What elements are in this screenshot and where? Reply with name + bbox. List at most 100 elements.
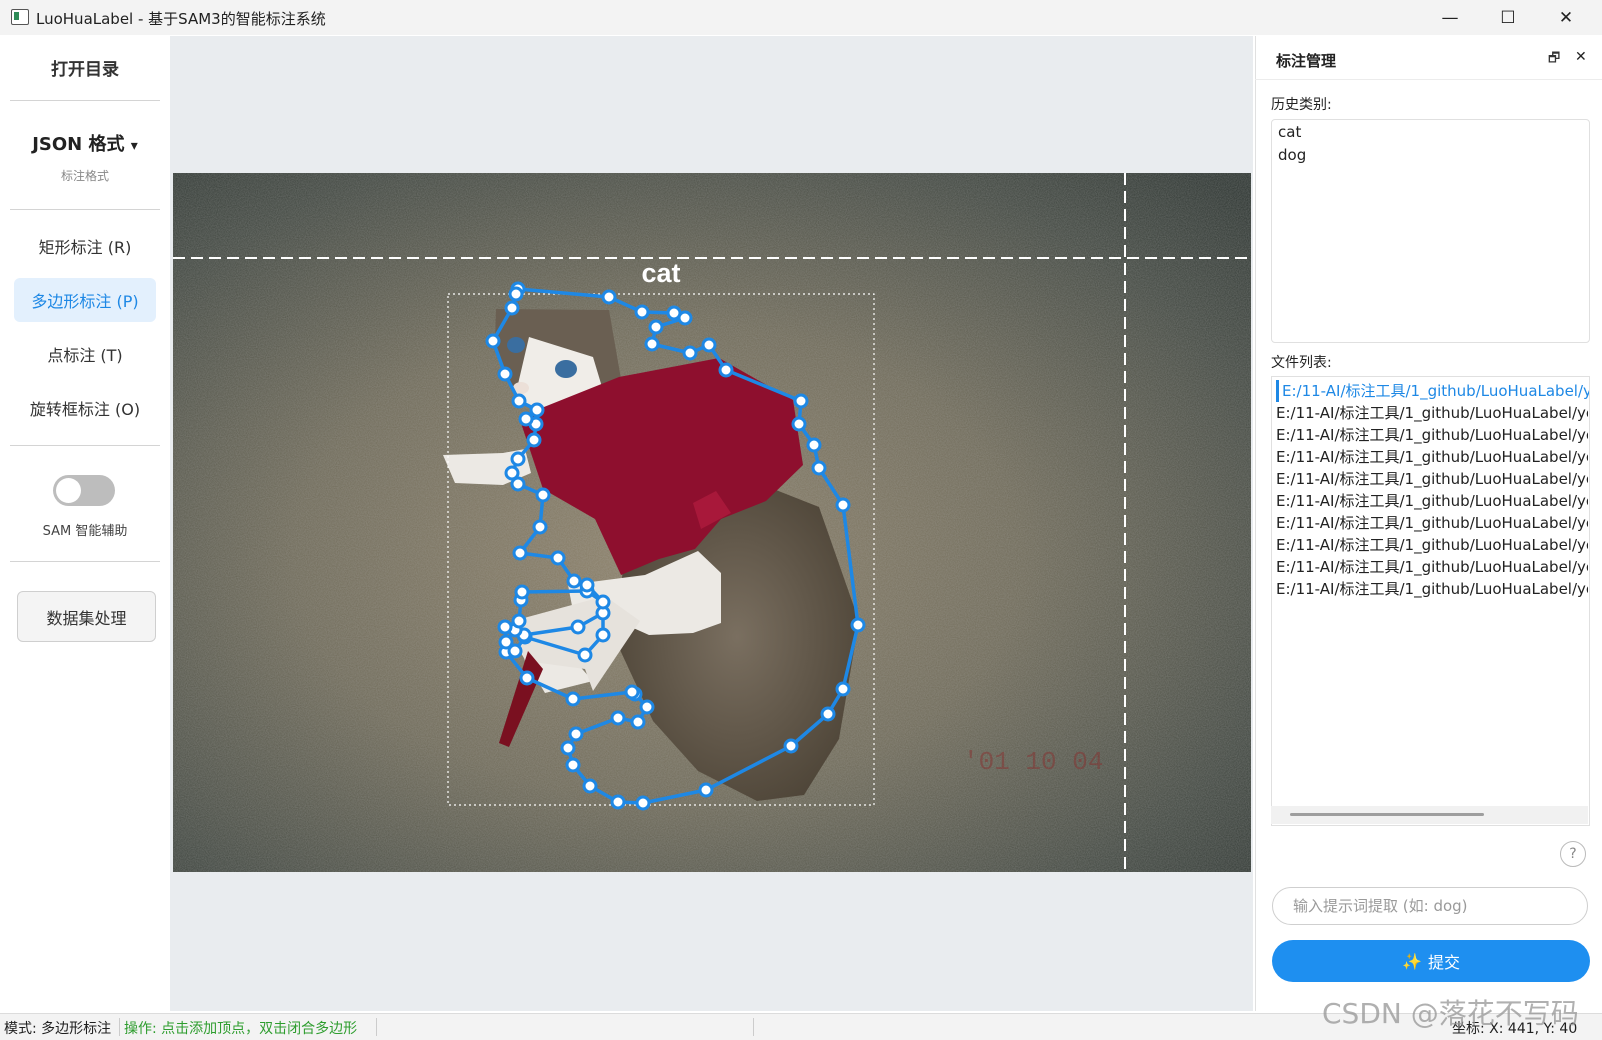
polygon-vertex-handle[interactable] bbox=[518, 411, 534, 427]
title-bar: LuoHuaLabel - 基于SAM3的智能标注系统 — ☐ ✕ bbox=[0, 0, 1602, 35]
polygon-vertex-handle[interactable] bbox=[582, 778, 598, 794]
file-list-scrollbar-thumb[interactable] bbox=[1290, 813, 1484, 816]
file-list-item[interactable]: E:/11-AI/标注工具/1_github/LuoHuaLabel/yc bbox=[1276, 578, 1588, 600]
polygon-vertex-handle[interactable] bbox=[504, 465, 520, 481]
dataset-process-button[interactable]: 数据集处理 bbox=[17, 591, 156, 642]
submit-button[interactable]: ✨ 提交 bbox=[1272, 940, 1590, 982]
prompt-input[interactable] bbox=[1272, 887, 1588, 925]
file-list-item[interactable]: E:/11-AI/标注工具/1_github/LuoHuaLabel/yc bbox=[1276, 534, 1588, 556]
tool-rectangle[interactable]: 矩形标注 (R) bbox=[14, 224, 156, 268]
polygon-vertex-handle[interactable] bbox=[783, 738, 799, 754]
polygon-vertex-handle[interactable] bbox=[718, 362, 734, 378]
sidebar-divider bbox=[10, 445, 160, 446]
polygon-vertex-handle[interactable] bbox=[511, 393, 527, 409]
status-divider bbox=[376, 1018, 377, 1036]
polygon-vertex-handle[interactable] bbox=[579, 577, 595, 593]
polygon-vertex-handle[interactable] bbox=[791, 416, 807, 432]
file-list-item[interactable]: E:/11-AI/标注工具/1_github/LuoHuaLabel/yc bbox=[1276, 424, 1588, 446]
polygon-vertex-handle[interactable] bbox=[504, 300, 520, 316]
window-title: LuoHuaLabel - 基于SAM3的智能标注系统 bbox=[36, 10, 326, 28]
tool-rotated-box[interactable]: 旋转框标注 (O) bbox=[14, 386, 156, 430]
polygon-vertex-handle[interactable] bbox=[560, 740, 576, 756]
history-item-dog[interactable]: dog bbox=[1278, 146, 1306, 164]
file-list-item[interactable]: E:/11-AI/标注工具/1_github/LuoHuaLabel/yc bbox=[1276, 468, 1588, 490]
polygon-vertex-handle[interactable] bbox=[624, 684, 640, 700]
polygon-vertex-handle[interactable] bbox=[644, 336, 660, 352]
polygon-vertex-handle[interactable] bbox=[635, 795, 651, 811]
polygon-vertex-handle[interactable] bbox=[595, 594, 611, 610]
sidebar-divider bbox=[10, 209, 160, 210]
status-operation: 操作: 点击添加顶点，双击闭合多边形 bbox=[124, 1021, 358, 1037]
file-list-item[interactable]: E:/11-AI/标注工具/1_github/LuoHuaLabel/yc bbox=[1276, 446, 1588, 468]
minimize-button[interactable]: — bbox=[1421, 0, 1479, 35]
polygon-vertex-handle[interactable] bbox=[835, 497, 851, 513]
file-list-item[interactable]: E:/11-AI/标注工具/1_github/LuoHuaLabel/yc bbox=[1276, 490, 1588, 512]
polygon-vertex-handle[interactable] bbox=[701, 337, 717, 353]
polygon-vertex-handle[interactable] bbox=[570, 619, 586, 635]
polygon-vertex-handle[interactable] bbox=[793, 393, 809, 409]
polygon-vertex-handle[interactable] bbox=[648, 319, 664, 335]
file-list-item[interactable]: E:/11-AI/标注工具/1_github/LuoHuaLabel/yc bbox=[1276, 556, 1588, 578]
polygon-vertex-handle[interactable] bbox=[595, 627, 611, 643]
polygon-vertex-handle[interactable] bbox=[577, 647, 593, 663]
polygon-vertex-handle[interactable] bbox=[634, 304, 650, 320]
polygon-vertex-handle[interactable] bbox=[698, 782, 714, 798]
polygon-vertex-handle[interactable] bbox=[514, 584, 530, 600]
open-directory-button[interactable]: 打开目录 bbox=[0, 55, 170, 80]
file-list-item[interactable]: E:/11-AI/标注工具/1_github/LuoHuaLabel/yc bbox=[1276, 512, 1588, 534]
history-item-cat[interactable]: cat bbox=[1278, 123, 1301, 141]
polygon-vertex-handle[interactable] bbox=[526, 432, 542, 448]
history-list: cat dog bbox=[1271, 119, 1590, 343]
polygon-vertex-handle[interactable] bbox=[519, 670, 535, 686]
sidebar-divider bbox=[10, 100, 160, 101]
sam-toggle[interactable] bbox=[53, 475, 115, 506]
polygon-vertex-handle[interactable] bbox=[565, 691, 581, 707]
polygon-vertex-handle[interactable] bbox=[497, 366, 513, 382]
file-list-item[interactable]: E:/11-AI/标注工具/1_github/LuoHuaLabel/yc bbox=[1276, 402, 1588, 424]
polygon-vertex-handle[interactable] bbox=[820, 706, 836, 722]
format-dropdown[interactable]: JSON 格式 ▾ bbox=[0, 130, 170, 156]
polygon-vertex-handle[interactable] bbox=[639, 699, 655, 715]
polygon-vertex-handle[interactable] bbox=[510, 451, 526, 467]
maximize-button[interactable]: ☐ bbox=[1479, 0, 1537, 35]
sam-label: SAM 智能辅助 bbox=[42, 524, 128, 539]
file-list-item[interactable]: E:/11-AI/标注工具/1_github/LuoHuaLabel/yc bbox=[1276, 380, 1589, 402]
annotation-label-cat: cat bbox=[641, 258, 680, 288]
polygon-vertex-handle[interactable] bbox=[565, 757, 581, 773]
polygon-vertex-handle[interactable] bbox=[601, 289, 617, 305]
polygon-vertex-handle[interactable] bbox=[532, 519, 548, 535]
photo-date-stamp: '01 10 04 bbox=[963, 747, 1103, 777]
polygon-vertex-handle[interactable] bbox=[630, 714, 646, 730]
polygon-vertex-handle[interactable] bbox=[610, 794, 626, 810]
polygon-vertex-handle[interactable] bbox=[610, 710, 626, 726]
polygon-vertex-handle[interactable] bbox=[485, 333, 501, 349]
close-icon: ✕ bbox=[1558, 7, 1574, 28]
polygon-vertex-handle[interactable] bbox=[682, 345, 698, 361]
polygon-vertex-handle[interactable] bbox=[508, 286, 524, 302]
status-mode: 模式: 多边形标注 bbox=[4, 1021, 112, 1037]
polygon-vertex-handle[interactable] bbox=[677, 310, 693, 326]
polygon-vertex-handle[interactable] bbox=[811, 460, 827, 476]
tool-point[interactable]: 点标注 (T) bbox=[14, 332, 156, 376]
sparkle-icon: ✨ bbox=[1402, 951, 1422, 971]
polygon-vertex-handle[interactable] bbox=[568, 726, 584, 742]
panel-close-icon[interactable]: ✕ bbox=[1575, 49, 1587, 65]
sidebar-divider bbox=[10, 561, 160, 562]
polygon-vertex-handle[interactable] bbox=[511, 613, 527, 629]
polygon-vertex-handle[interactable] bbox=[850, 617, 866, 633]
help-icon[interactable]: ? bbox=[1560, 841, 1586, 867]
polygon-vertex-handle[interactable] bbox=[535, 487, 551, 503]
polygon-vertex-handle[interactable] bbox=[835, 681, 851, 697]
polygon-vertex-handle[interactable] bbox=[806, 437, 822, 453]
float-icon[interactable]: 🗗 bbox=[1548, 49, 1560, 71]
tool-polygon[interactable]: 多边形标注 (P) bbox=[14, 278, 156, 322]
maximize-icon: ☐ bbox=[1500, 7, 1516, 28]
polygon-vertex-handle[interactable] bbox=[529, 402, 545, 418]
polygon-vertex-handle[interactable] bbox=[566, 573, 582, 589]
close-button[interactable]: ✕ bbox=[1537, 0, 1595, 35]
polygon-vertex-handle[interactable] bbox=[497, 619, 513, 635]
polygon-vertex-handle[interactable] bbox=[498, 634, 514, 650]
annotation-image[interactable]: '01 10 04 cat bbox=[173, 173, 1251, 872]
polygon-vertex-handle[interactable] bbox=[550, 550, 566, 566]
polygon-vertex-handle[interactable] bbox=[512, 545, 528, 561]
